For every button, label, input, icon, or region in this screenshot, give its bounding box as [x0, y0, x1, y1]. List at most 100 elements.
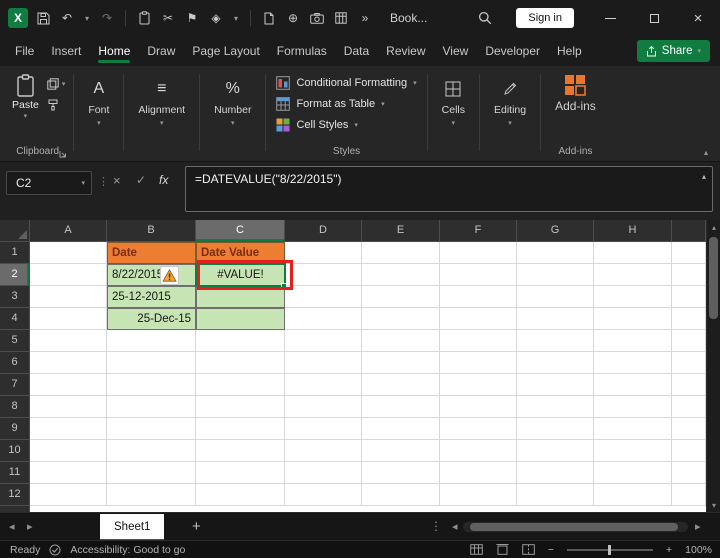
cell-F10[interactable]: [440, 440, 517, 462]
column-header-C[interactable]: C: [196, 220, 285, 242]
tab-insert[interactable]: Insert: [51, 36, 81, 66]
normal-view-icon[interactable]: [470, 544, 483, 555]
cell-G8[interactable]: [517, 396, 594, 418]
cell-G7[interactable]: [517, 374, 594, 396]
format-painter-button[interactable]: [47, 99, 66, 111]
cell-C12[interactable]: [196, 484, 285, 506]
column-header-B[interactable]: B: [107, 220, 196, 242]
scroll-down-icon[interactable]: ▾: [707, 498, 720, 512]
next-sheet-icon[interactable]: ▸: [27, 520, 33, 533]
cell-A2[interactable]: [30, 264, 107, 286]
group-font[interactable]: A Font ▾: [78, 70, 119, 161]
cell-C2[interactable]: #VALUE!: [196, 264, 285, 286]
cell-D3[interactable]: [285, 286, 362, 308]
tab-data[interactable]: Data: [344, 36, 369, 66]
cell-partial-5[interactable]: [672, 330, 706, 352]
row-header-10[interactable]: 10: [0, 440, 29, 462]
undo-icon[interactable]: ↶: [58, 8, 76, 28]
cell-F11[interactable]: [440, 462, 517, 484]
cell-C10[interactable]: [196, 440, 285, 462]
cell-G11[interactable]: [517, 462, 594, 484]
formula-bar-collapse-icon[interactable]: ▴: [702, 172, 706, 181]
cell-C3[interactable]: [196, 286, 285, 308]
qat-chevron-icon[interactable]: ▾: [231, 8, 241, 28]
close-button[interactable]: ×: [676, 0, 720, 36]
cell-partial-8[interactable]: [672, 396, 706, 418]
zoom-slider[interactable]: [567, 544, 653, 555]
column-header-E[interactable]: E: [362, 220, 440, 242]
cell-B7[interactable]: [107, 374, 196, 396]
prev-sheet-icon[interactable]: ◂: [9, 520, 15, 533]
zoom-level[interactable]: 100%: [685, 544, 712, 556]
cell-G4[interactable]: [517, 308, 594, 330]
cell-A4[interactable]: [30, 308, 107, 330]
cell-E1[interactable]: [362, 242, 440, 264]
cell-E3[interactable]: [362, 286, 440, 308]
cell-B12[interactable]: [107, 484, 196, 506]
accessibility-status[interactable]: Accessibility: Good to go: [70, 544, 185, 556]
cell-A3[interactable]: [30, 286, 107, 308]
group-editing[interactable]: Editing ▾: [484, 70, 536, 161]
column-header-G[interactable]: G: [517, 220, 594, 242]
cell-E6[interactable]: [362, 352, 440, 374]
cell-G6[interactable]: [517, 352, 594, 374]
cell-D9[interactable]: [285, 418, 362, 440]
cell-C5[interactable]: [196, 330, 285, 352]
cell-E10[interactable]: [362, 440, 440, 462]
collapse-ribbon-icon[interactable]: ▴: [704, 148, 708, 157]
horizontal-scrollbar[interactable]: [463, 522, 688, 532]
tab-developer[interactable]: Developer: [485, 36, 540, 66]
table-icon[interactable]: [332, 8, 350, 28]
cell-B3[interactable]: 25-12-2015: [107, 286, 196, 308]
horizontal-scroll-thumb[interactable]: [470, 523, 678, 531]
column-header-F[interactable]: F: [440, 220, 517, 242]
cell-E7[interactable]: [362, 374, 440, 396]
row-header-6[interactable]: 6: [0, 352, 29, 374]
cell-E5[interactable]: [362, 330, 440, 352]
camera-icon[interactable]: [308, 8, 326, 28]
cell-E8[interactable]: [362, 396, 440, 418]
clipboard-icon[interactable]: [135, 8, 153, 28]
page-layout-view-icon[interactable]: [496, 544, 509, 555]
cell-A8[interactable]: [30, 396, 107, 418]
cell-partial-6[interactable]: [672, 352, 706, 374]
cell-H3[interactable]: [594, 286, 672, 308]
tab-view[interactable]: View: [443, 36, 469, 66]
row-header-7[interactable]: 7: [0, 374, 29, 396]
cell-A11[interactable]: [30, 462, 107, 484]
format-as-table-button[interactable]: Format as Table ▾: [276, 97, 416, 111]
cell-B6[interactable]: [107, 352, 196, 374]
formula-input[interactable]: =DATEVALUE("8/22/2015") ▴: [185, 166, 713, 212]
cell-B8[interactable]: [107, 396, 196, 418]
cell-D11[interactable]: [285, 462, 362, 484]
cell-H11[interactable]: [594, 462, 672, 484]
column-header-H[interactable]: H: [594, 220, 672, 242]
row-header-5[interactable]: 5: [0, 330, 29, 352]
sensitivity-icon[interactable]: ◈: [207, 8, 225, 28]
cell-partial-4[interactable]: [672, 308, 706, 330]
new-document-icon[interactable]: [260, 8, 278, 28]
cell-C1[interactable]: Date Value: [196, 242, 285, 264]
scroll-up-icon[interactable]: ▴: [707, 220, 720, 234]
cell-G1[interactable]: [517, 242, 594, 264]
cell-A5[interactable]: [30, 330, 107, 352]
cell-B10[interactable]: [107, 440, 196, 462]
row-header-12[interactable]: 12: [0, 484, 29, 506]
name-box[interactable]: C2 ▾: [6, 171, 92, 195]
flag-icon[interactable]: ⚑: [183, 8, 201, 28]
cell-C11[interactable]: [196, 462, 285, 484]
formula-bar-drag-handle[interactable]: ⋮: [98, 175, 109, 188]
cell-D8[interactable]: [285, 396, 362, 418]
cell-G12[interactable]: [517, 484, 594, 506]
tab-review[interactable]: Review: [386, 36, 425, 66]
cell-H12[interactable]: [594, 484, 672, 506]
sign-in-button[interactable]: Sign in: [516, 8, 574, 28]
error-warning-icon[interactable]: [160, 266, 179, 285]
cell-E9[interactable]: [362, 418, 440, 440]
cell-D6[interactable]: [285, 352, 362, 374]
cell-F12[interactable]: [440, 484, 517, 506]
cell-F8[interactable]: [440, 396, 517, 418]
cell-F6[interactable]: [440, 352, 517, 374]
cell-H2[interactable]: [594, 264, 672, 286]
paste-button[interactable]: Paste ▾: [12, 72, 39, 120]
